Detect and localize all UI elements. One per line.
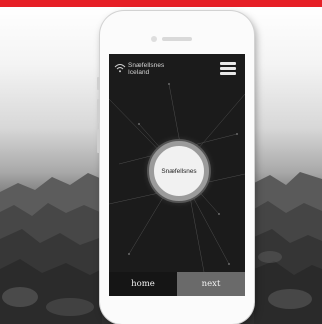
app-screen: Snæfellsnes Iceland Snæfellsnes home nex… xyxy=(109,54,245,296)
hamburger-menu-icon[interactable] xyxy=(220,62,236,76)
bottom-navigation: home next xyxy=(109,272,245,296)
wifi-icon xyxy=(114,64,126,73)
phone-volume-up xyxy=(97,99,100,123)
front-camera xyxy=(151,36,157,42)
home-button[interactable]: home xyxy=(109,272,177,296)
phone-mute-switch xyxy=(97,77,100,90)
location-circle-button[interactable]: Snæfellsnes xyxy=(149,141,209,201)
next-button[interactable]: next xyxy=(177,272,245,296)
earpiece-speaker xyxy=(162,37,192,41)
brand-line-2: Iceland xyxy=(128,68,150,76)
phone-volume-down xyxy=(97,129,100,153)
location-label: Snæfellsnes xyxy=(161,167,197,175)
smartphone-mockup: Snæfellsnes Iceland Snæfellsnes home nex… xyxy=(97,11,254,324)
app-logo[interactable]: Snæfellsnes Iceland xyxy=(114,62,164,76)
brand-name: Snæfellsnes Iceland xyxy=(128,62,164,76)
top-accent-bar xyxy=(0,0,322,7)
